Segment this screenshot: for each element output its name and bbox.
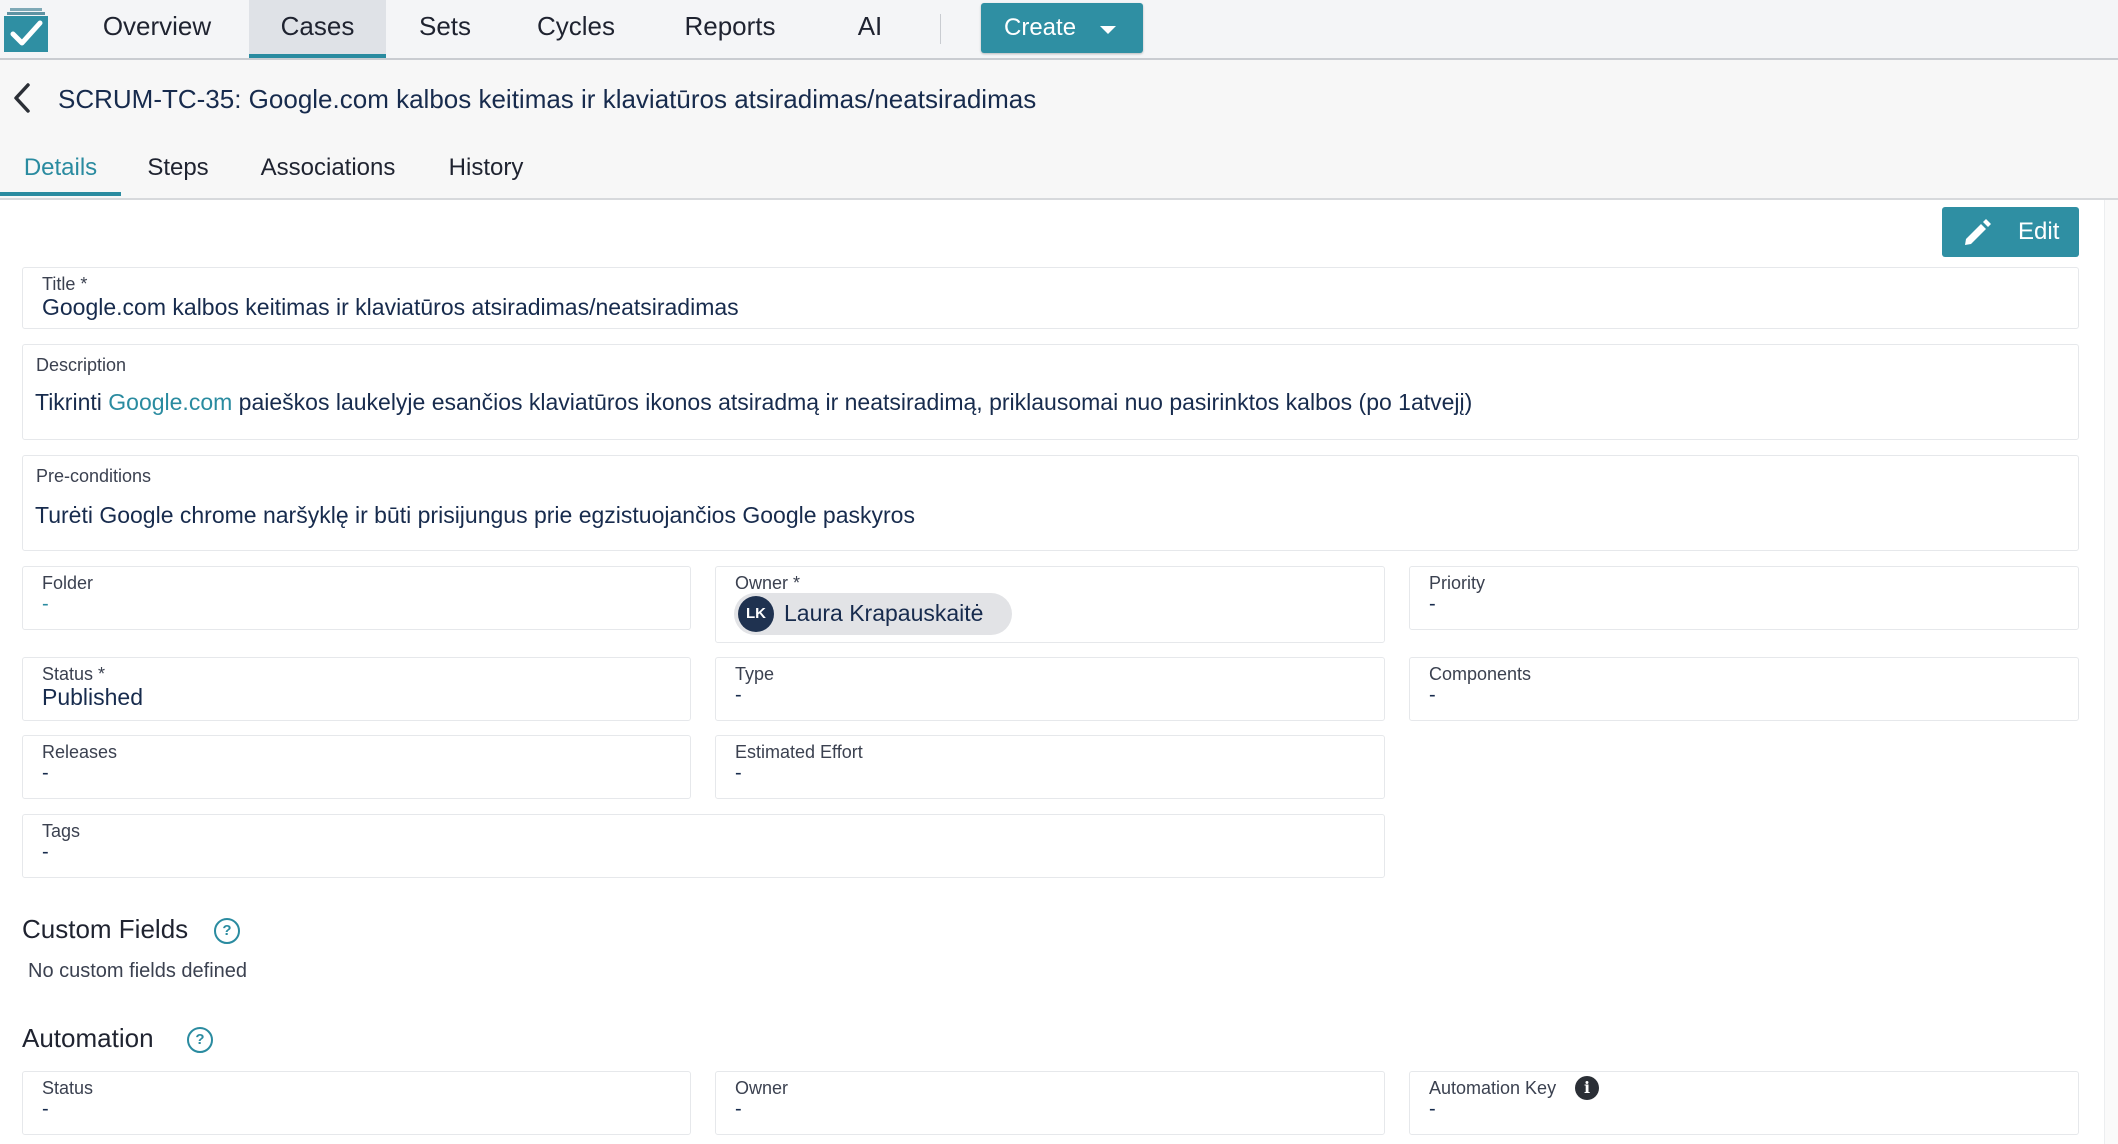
estimated-effort-value: -	[735, 762, 742, 784]
tab-history[interactable]: History	[436, 140, 536, 196]
description-text-start: Tikrinti	[35, 389, 109, 415]
preconditions-text: Turėti Google chrome naršyklę ir būti pr…	[35, 502, 915, 528]
preconditions-field[interactable]: Pre-conditions Turėti Google chrome narš…	[22, 455, 2079, 551]
owner-name: Laura Krapauskaitė	[784, 600, 984, 626]
nav-tab-sets[interactable]: Sets	[394, 0, 496, 58]
tags-value: -	[42, 841, 49, 863]
components-value: -	[1429, 684, 1436, 706]
estimated-effort-label: Estimated Effort	[735, 742, 863, 762]
automation-owner-label: Owner	[735, 1078, 789, 1098]
automation-key-label: Automation Key	[1429, 1078, 1557, 1098]
nav-tab-reports[interactable]: Reports	[660, 0, 800, 58]
tags-label: Tags	[42, 821, 81, 841]
preconditions-label: Pre-conditions	[36, 466, 152, 486]
status-label: Status *	[42, 664, 106, 684]
automation-key-field[interactable]: Automation Key i -	[1409, 1071, 2079, 1135]
pencil-icon	[1965, 219, 1991, 245]
tab-details[interactable]: Details	[0, 140, 121, 196]
automation-status-value: -	[42, 1098, 49, 1120]
priority-label: Priority	[1429, 573, 1486, 593]
chevron-down-icon	[1100, 26, 1116, 34]
automation-owner-field[interactable]: Owner -	[715, 1071, 1385, 1135]
description-label: Description	[36, 355, 127, 375]
components-label: Components	[1429, 664, 1532, 684]
status-value: Published	[42, 684, 144, 710]
owner-field[interactable]: Owner * LK Laura Krapauskaitė	[715, 566, 1385, 643]
folder-value[interactable]: -	[42, 593, 49, 616]
custom-fields-heading: Custom Fields	[22, 914, 189, 944]
components-field[interactable]: Components -	[1409, 657, 2079, 721]
tags-field[interactable]: Tags -	[22, 814, 1385, 878]
folder-field[interactable]: Folder -	[22, 566, 691, 630]
create-button[interactable]: Create	[981, 3, 1143, 53]
nav-tab-overview[interactable]: Overview	[74, 0, 240, 58]
type-label: Type	[735, 664, 775, 684]
owner-chip[interactable]: LK Laura Krapauskaitė	[734, 593, 1012, 635]
description-field[interactable]: Description Tikrinti Google.com paieškos…	[22, 344, 2079, 440]
edit-button-label: Edit	[2018, 218, 2060, 245]
releases-value: -	[42, 762, 49, 784]
top-navigation: Overview Cases Sets Cycles Reports AI Cr…	[0, 0, 2118, 60]
title-field[interactable]: Title * Google.com kalbos keitimas ir kl…	[22, 267, 2079, 329]
priority-value: -	[1429, 593, 1436, 615]
releases-label: Releases	[42, 742, 118, 762]
scrollbar[interactable]	[2104, 200, 2118, 1144]
description-text-end: paieškos laukelyje esančios klaviatūros …	[232, 389, 1473, 415]
title-value: Google.com kalbos keitimas ir klaviatūro…	[42, 294, 739, 320]
edit-button[interactable]: Edit	[1942, 207, 2079, 257]
priority-field[interactable]: Priority -	[1409, 566, 2079, 630]
tab-steps[interactable]: Steps	[132, 140, 224, 196]
app-logo-checkmark-icon[interactable]	[4, 8, 48, 52]
estimated-effort-field[interactable]: Estimated Effort -	[715, 735, 1385, 799]
nav-tab-ai[interactable]: AI	[838, 0, 902, 58]
status-field[interactable]: Status * Published	[22, 657, 691, 721]
automation-key-value: -	[1429, 1098, 1436, 1120]
type-field[interactable]: Type -	[715, 657, 1385, 721]
create-button-label: Create	[1004, 14, 1077, 41]
owner-label: Owner *	[735, 573, 801, 593]
automation-owner-value: -	[735, 1098, 742, 1120]
back-arrow-icon[interactable]	[8, 80, 36, 116]
automation-status-field[interactable]: Status -	[22, 1071, 691, 1135]
custom-fields-note: No custom fields defined	[28, 960, 248, 982]
help-icon[interactable]: ?	[187, 1027, 213, 1053]
help-icon[interactable]: ?	[214, 918, 240, 944]
description-text: Tikrinti Google.com paieškos laukelyje e…	[35, 389, 1472, 416]
avatar: LK	[738, 596, 774, 632]
info-icon[interactable]: i	[1575, 1076, 1599, 1100]
releases-field[interactable]: Releases -	[22, 735, 691, 799]
nav-divider	[940, 14, 941, 44]
nav-tab-cases[interactable]: Cases	[249, 0, 386, 58]
automation-heading: Automation	[22, 1023, 154, 1053]
title-label: Title *	[42, 274, 88, 294]
page-title: SCRUM-TC-35: Google.com kalbos keitimas …	[58, 84, 1037, 114]
type-value: -	[735, 684, 742, 706]
automation-status-label: Status	[42, 1078, 94, 1098]
folder-label: Folder	[42, 573, 94, 593]
nav-tab-cycles[interactable]: Cycles	[516, 0, 636, 58]
google-link[interactable]: Google.com	[108, 389, 232, 415]
tab-associations[interactable]: Associations	[252, 140, 404, 196]
